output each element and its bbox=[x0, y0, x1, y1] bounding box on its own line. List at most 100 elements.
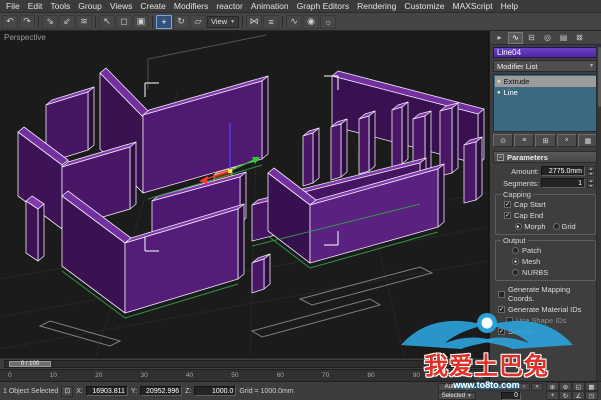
redo-icon[interactable]: ↷ bbox=[19, 14, 35, 29]
menu-graph-editors[interactable]: Graph Editors bbox=[293, 0, 353, 12]
status-bar: 1 Object Selected ⊡ X: 16903.811 Y: 2095… bbox=[0, 381, 601, 400]
maximize-viewport-icon[interactable]: ◳ bbox=[585, 391, 598, 400]
lock-selection-toggle[interactable]: ⊡ bbox=[61, 385, 74, 397]
menu-edit[interactable]: Edit bbox=[24, 0, 47, 12]
smooth-checkbox[interactable]: ✓ bbox=[498, 328, 505, 335]
nurbs-radio[interactable] bbox=[512, 269, 519, 276]
time-slider-track[interactable]: 0 / 100 bbox=[4, 360, 485, 368]
current-time-field[interactable]: 0 bbox=[501, 391, 521, 400]
show-end-result-button[interactable]: ≡ bbox=[514, 134, 535, 147]
spinner-down-icon[interactable]: ▾ bbox=[587, 183, 595, 188]
next-frame-button[interactable]: › bbox=[518, 382, 530, 391]
menu-help[interactable]: Help bbox=[497, 0, 522, 12]
make-unique-button[interactable]: ⊞ bbox=[535, 134, 556, 147]
select-region-icon[interactable]: ◻ bbox=[116, 14, 132, 29]
reference-coordinate-dropdown[interactable]: View ▼ bbox=[207, 15, 240, 28]
viewport-label[interactable]: Perspective bbox=[4, 33, 46, 42]
parameters-rollout-header[interactable]: - Parameters bbox=[493, 151, 598, 163]
menu-rendering[interactable]: Rendering bbox=[353, 0, 400, 12]
amount-field[interactable]: 2775.0mm bbox=[541, 166, 585, 176]
menu-reactor[interactable]: reactor bbox=[212, 0, 246, 12]
visibility-bulb-icon[interactable]: ● bbox=[497, 79, 501, 85]
menu-maxscript[interactable]: MAXScript bbox=[448, 0, 496, 12]
select-and-move-icon[interactable]: + bbox=[156, 14, 172, 29]
modifier-list-dropdown[interactable]: Modifier List ▼ bbox=[493, 60, 598, 72]
pin-stack-button[interactable]: ⊙ bbox=[493, 134, 514, 147]
cap-start-checkbox[interactable]: ✓ bbox=[504, 201, 511, 208]
time-slider-handle[interactable]: 0 / 100 bbox=[9, 361, 51, 367]
create-tab[interactable]: ▸ bbox=[492, 32, 507, 44]
zoom-icon[interactable]: ⊕ bbox=[546, 382, 559, 391]
select-and-scale-icon[interactable]: ▱ bbox=[190, 14, 206, 29]
object-name-field[interactable]: Line04 bbox=[493, 47, 598, 58]
visibility-bulb-icon[interactable]: ● bbox=[497, 90, 501, 96]
perspective-viewport[interactable]: Perspective bbox=[0, 31, 489, 358]
play-button[interactable]: ▶ bbox=[505, 382, 517, 391]
key-filter-dropdown[interactable]: Selected ▼ bbox=[437, 391, 476, 400]
mesh-radio[interactable]: ● bbox=[512, 258, 519, 265]
hierarchy-tab[interactable]: ⊟ bbox=[524, 32, 539, 44]
open-mini-curve-editor-button[interactable]: ∿ bbox=[473, 370, 485, 381]
menu-group[interactable]: Group bbox=[74, 0, 106, 12]
morph-radio[interactable]: ● bbox=[515, 223, 523, 230]
use-shape-ids-checkbox[interactable] bbox=[506, 317, 513, 324]
menu-file[interactable]: File bbox=[2, 0, 24, 12]
x-coordinate-field[interactable]: 16903.811 bbox=[85, 386, 128, 396]
curve-editor-icon[interactable]: ∿ bbox=[286, 14, 303, 29]
track-bar[interactable]: 0 10 20 30 40 50 60 70 80 90 100 ∿ bbox=[0, 369, 489, 381]
menu-create[interactable]: Create bbox=[136, 0, 170, 12]
window-crossing-icon[interactable]: ▣ bbox=[133, 14, 149, 29]
render-icon[interactable]: ☼ bbox=[320, 14, 337, 29]
select-and-link-icon[interactable]: ⇘ bbox=[42, 14, 58, 29]
spinner-down-icon[interactable]: ▾ bbox=[587, 171, 595, 176]
zoom-all-icon[interactable]: ⊛ bbox=[559, 382, 572, 391]
segments-label: Segments: bbox=[503, 178, 539, 188]
undo-icon[interactable]: ↶ bbox=[2, 14, 18, 29]
stack-item-line[interactable]: ● Line bbox=[495, 87, 596, 98]
menu-tools[interactable]: Tools bbox=[46, 0, 74, 12]
menu-customize[interactable]: Customize bbox=[400, 0, 448, 12]
material-editor-icon[interactable]: ◉ bbox=[303, 14, 320, 29]
remove-modifier-button[interactable]: × bbox=[556, 134, 577, 147]
display-tab[interactable]: ▤ bbox=[556, 32, 571, 44]
go-to-start-button[interactable]: « bbox=[479, 382, 491, 391]
menu-animation[interactable]: Animation bbox=[247, 0, 293, 12]
zoom-extents-icon[interactable]: ◱ bbox=[572, 382, 585, 391]
panel-scrollbar[interactable] bbox=[596, 45, 601, 381]
y-coordinate-field[interactable]: 20952.996 bbox=[140, 386, 183, 396]
menu-views[interactable]: Views bbox=[106, 0, 137, 12]
parameters-rollout-body: Amount: 2775.0mm ▴ ▾ Segments: 1 ▴ ▾ Cap… bbox=[490, 164, 601, 381]
bind-to-space-warp-icon[interactable]: ≋ bbox=[76, 14, 92, 29]
command-panel: ▸ ∿ ⊟ ◎ ▤ ⊠ Line04 Modifier List ▼ ● Ext… bbox=[489, 31, 601, 381]
menu-modifiers[interactable]: Modifiers bbox=[170, 0, 212, 12]
generate-material-ids-checkbox[interactable]: ✓ bbox=[498, 306, 505, 313]
align-icon[interactable]: ≡ bbox=[263, 14, 280, 29]
unlink-selection-icon[interactable]: ⇙ bbox=[59, 14, 75, 29]
zoom-region-icon[interactable]: ▦ bbox=[585, 382, 598, 391]
tick-label: 10 bbox=[49, 372, 57, 379]
segments-spinner[interactable]: ▴ ▾ bbox=[587, 178, 595, 188]
select-object-icon[interactable]: ↖ bbox=[99, 14, 115, 29]
generate-mapping-coords-checkbox[interactable] bbox=[498, 290, 505, 298]
go-to-end-button[interactable]: » bbox=[531, 382, 543, 391]
amount-spinner[interactable]: ▴ ▾ bbox=[587, 166, 595, 176]
patch-radio[interactable] bbox=[512, 247, 519, 254]
field-of-view-icon[interactable]: ∠ bbox=[572, 391, 585, 400]
mirror-icon[interactable]: ⋈ bbox=[246, 14, 263, 29]
pan-icon[interactable]: + bbox=[546, 391, 559, 400]
orbit-icon[interactable]: ↻ bbox=[559, 391, 572, 400]
viewport-canvas[interactable] bbox=[0, 31, 487, 356]
cap-end-checkbox[interactable]: ✓ bbox=[504, 212, 511, 219]
segments-field[interactable]: 1 bbox=[541, 178, 585, 188]
grid-radio[interactable] bbox=[552, 223, 560, 230]
z-coordinate-field[interactable]: 1000.0 bbox=[194, 386, 237, 396]
auto-key-button[interactable]: Auto Key bbox=[437, 382, 476, 391]
configure-modifier-sets-button[interactable]: ▦ bbox=[577, 134, 599, 147]
motion-tab[interactable]: ◎ bbox=[540, 32, 555, 44]
previous-frame-button[interactable]: ‹ bbox=[492, 382, 504, 391]
utilities-tab[interactable]: ⊠ bbox=[572, 32, 587, 44]
modify-tab[interactable]: ∿ bbox=[508, 31, 523, 44]
collapse-icon[interactable]: - bbox=[497, 153, 504, 161]
stack-item-extrude[interactable]: ● Extrude bbox=[495, 76, 596, 87]
select-and-rotate-icon[interactable]: ↻ bbox=[173, 14, 189, 29]
